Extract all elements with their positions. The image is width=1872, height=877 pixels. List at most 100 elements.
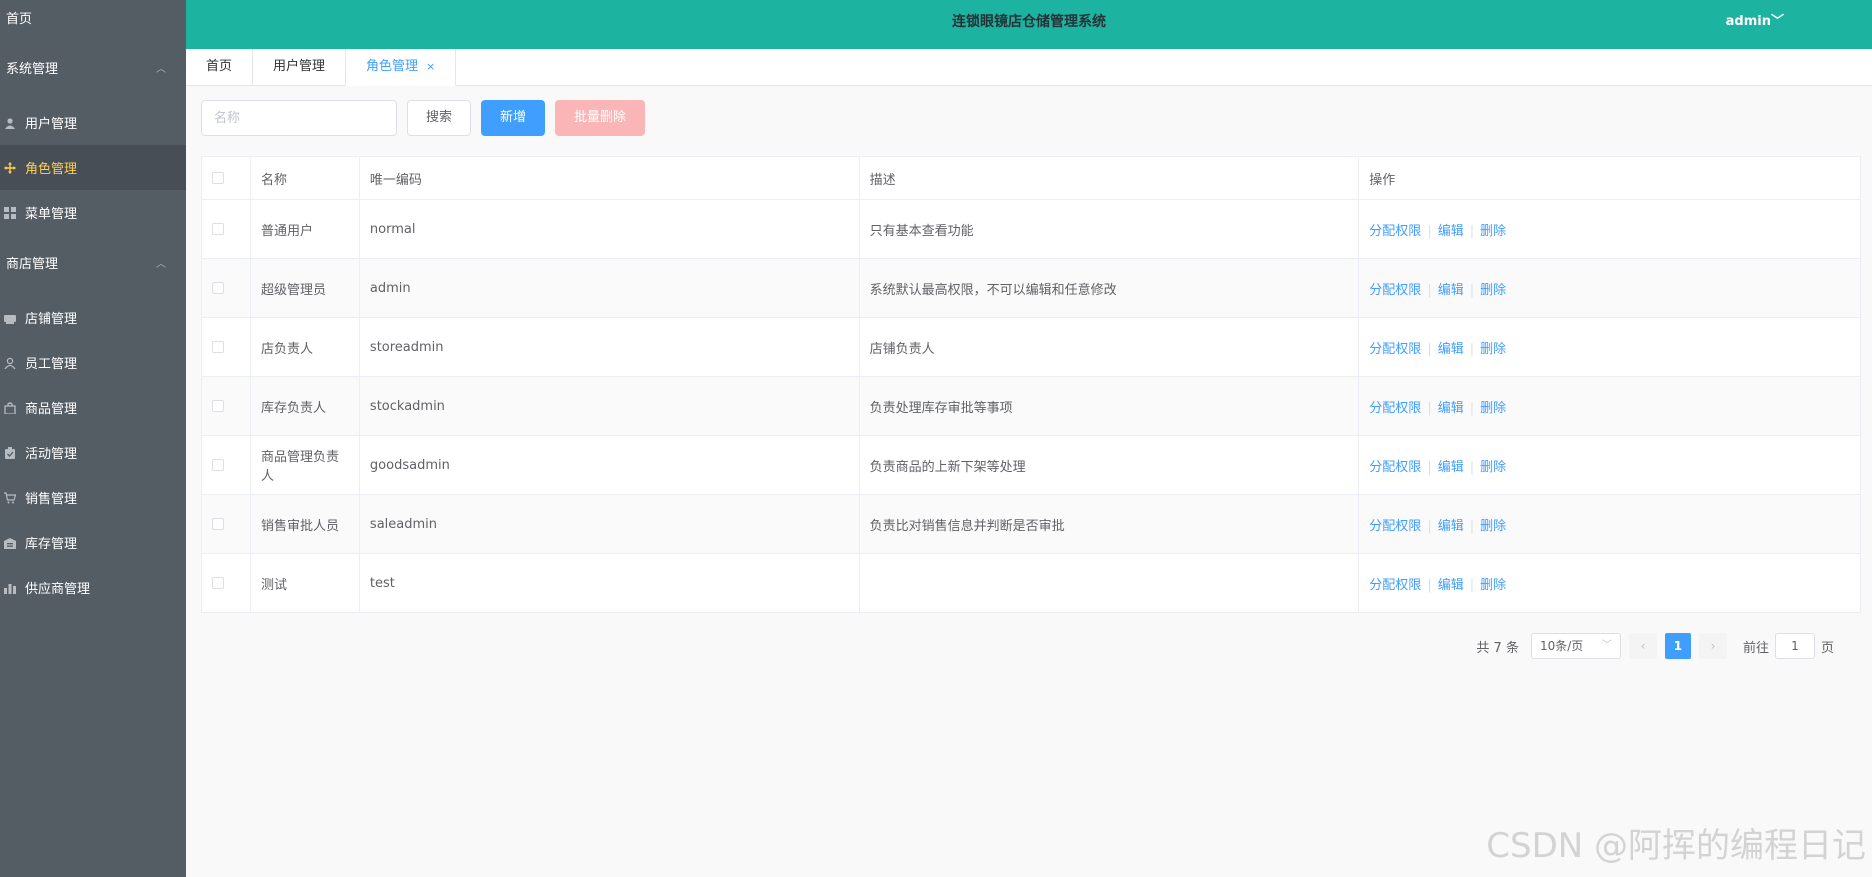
sidebar-item-sales[interactable]: 销售管理 bbox=[0, 475, 186, 520]
edit-link[interactable]: 编辑 bbox=[1438, 578, 1464, 593]
sidebar-item-home[interactable]: 首页 bbox=[0, 0, 186, 40]
batch-delete-button[interactable]: 批量删除 bbox=[555, 100, 646, 136]
chevron-up-icon: ︿ bbox=[156, 259, 166, 270]
pagination: 共 7 条 10条/页 ﹀ ‹ 1 › 前往 页 bbox=[1476, 633, 1834, 659]
cell-description: 负责处理库存审批等事项 bbox=[859, 376, 1360, 436]
select-all-checkbox[interactable] bbox=[212, 172, 224, 184]
tab-users[interactable]: 用户管理 bbox=[253, 49, 347, 86]
edit-link[interactable]: 编辑 bbox=[1438, 342, 1464, 357]
column-header-description: 描述 bbox=[859, 156, 1360, 200]
sidebar-group-label: 商店管理 bbox=[6, 257, 59, 272]
cell-code: goodsadmin bbox=[359, 435, 860, 495]
cell-actions: 分配权限 | 编辑 | 删除 bbox=[1358, 258, 1861, 318]
delete-link[interactable]: 删除 bbox=[1480, 401, 1506, 416]
sidebar-item-suppliers[interactable]: 供应商管理 bbox=[0, 565, 186, 610]
page-size-select[interactable]: 10条/页 ﹀ bbox=[1530, 633, 1621, 659]
action-separator: | bbox=[1427, 400, 1432, 416]
edit-link[interactable]: 编辑 bbox=[1438, 519, 1464, 534]
row-select-cell bbox=[201, 317, 251, 377]
row-checkbox[interactable] bbox=[212, 223, 224, 235]
row-checkbox[interactable] bbox=[212, 518, 224, 530]
assign-permission-link[interactable]: 分配权限 bbox=[1369, 460, 1421, 475]
next-page-button[interactable]: › bbox=[1698, 633, 1727, 659]
cell-description: 店铺负责人 bbox=[859, 317, 1360, 377]
edit-link[interactable]: 编辑 bbox=[1438, 460, 1464, 475]
user-name: admin bbox=[1725, 14, 1771, 29]
sidebar-item-staff[interactable]: 员工管理 bbox=[0, 340, 186, 385]
search-button[interactable]: 搜索 bbox=[407, 100, 472, 136]
sidebar-item-roles[interactable]: 角色管理 bbox=[0, 145, 186, 190]
action-separator: | bbox=[1469, 459, 1475, 475]
sidebar-item-menus[interactable]: 菜单管理 bbox=[0, 190, 186, 235]
sidebar-group-system[interactable]: 系统管理 ︿ bbox=[0, 40, 186, 100]
cell-code: normal bbox=[359, 199, 860, 259]
close-icon[interactable]: × bbox=[426, 60, 435, 73]
sidebar-item-inventory[interactable]: 库存管理 bbox=[0, 520, 186, 565]
assign-permission-link[interactable]: 分配权限 bbox=[1369, 519, 1421, 534]
search-input[interactable] bbox=[201, 100, 397, 136]
row-select-cell bbox=[201, 553, 251, 613]
edit-link[interactable]: 编辑 bbox=[1438, 283, 1464, 298]
assign-permission-link[interactable]: 分配权限 bbox=[1369, 578, 1421, 593]
sidebar-item-label: 角色管理 bbox=[25, 162, 78, 177]
sidebar-item-shops[interactable]: 店铺管理 bbox=[0, 295, 186, 340]
row-checkbox[interactable] bbox=[212, 282, 224, 294]
page-size-value: 10条/页 bbox=[1539, 639, 1584, 653]
tab-home[interactable]: 首页 bbox=[186, 49, 254, 86]
sidebar-item-goods[interactable]: 商品管理 bbox=[0, 385, 186, 430]
row-select-cell bbox=[201, 258, 251, 318]
table-row: 超级管理员 admin 系统默认最高权限，不可以编辑和任意修改 分配权限 | 编辑 | 删除 bbox=[201, 258, 1861, 318]
row-select-cell bbox=[201, 494, 251, 554]
assign-permission-link[interactable]: 分配权限 bbox=[1369, 283, 1421, 298]
action-separator: | bbox=[1469, 282, 1475, 298]
row-checkbox[interactable] bbox=[212, 341, 224, 353]
delete-link[interactable]: 删除 bbox=[1480, 283, 1506, 298]
page-number-current[interactable]: 1 bbox=[1664, 633, 1691, 659]
tab-label: 角色管理 bbox=[366, 59, 419, 74]
edit-link[interactable]: 编辑 bbox=[1438, 224, 1464, 239]
user-icon bbox=[3, 116, 17, 130]
user-menu[interactable]: admin﹀ bbox=[1726, 0, 1784, 44]
top-header: 连锁眼镜店仓储管理系统 admin﹀ bbox=[186, 0, 1872, 49]
sidebar-group-store[interactable]: 商店管理 ︿ bbox=[0, 235, 186, 295]
column-header-name: 名称 bbox=[250, 156, 360, 200]
cell-actions: 分配权限 | 编辑 | 删除 bbox=[1358, 494, 1861, 554]
tab-roles[interactable]: 角色管理 × bbox=[346, 49, 457, 86]
goto-page-input[interactable] bbox=[1774, 633, 1815, 659]
table-row: 库存负责人 stockadmin 负责处理库存审批等事项 分配权限 | 编辑 | 删除 bbox=[201, 376, 1861, 436]
assign-permission-link[interactable]: 分配权限 bbox=[1369, 342, 1421, 357]
cell-actions: 分配权限 | 编辑 | 删除 bbox=[1358, 435, 1861, 495]
delete-link[interactable]: 删除 bbox=[1480, 578, 1506, 593]
cell-code: test bbox=[359, 553, 860, 613]
add-button[interactable]: 新增 bbox=[481, 100, 546, 136]
sidebar-item-label: 商品管理 bbox=[25, 402, 78, 417]
assign-permission-link[interactable]: 分配权限 bbox=[1369, 401, 1421, 416]
delete-link[interactable]: 删除 bbox=[1480, 342, 1506, 357]
toolbar: 搜索 新增 批量删除 bbox=[201, 100, 646, 136]
action-separator: | bbox=[1469, 223, 1475, 239]
row-checkbox[interactable] bbox=[212, 577, 224, 589]
table-row: 普通用户 normal 只有基本查看功能 分配权限 | 编辑 | 删除 bbox=[201, 199, 1861, 259]
sidebar-item-activities[interactable]: 活动管理 bbox=[0, 430, 186, 475]
sidebar-item-users[interactable]: 用户管理 bbox=[0, 100, 186, 145]
edit-link[interactable]: 编辑 bbox=[1438, 401, 1464, 416]
chevron-left-icon: ‹ bbox=[1640, 639, 1646, 653]
cell-actions: 分配权限 | 编辑 | 删除 bbox=[1358, 553, 1861, 613]
action-separator: | bbox=[1469, 400, 1475, 416]
move-icon bbox=[3, 161, 17, 175]
delete-link[interactable]: 删除 bbox=[1480, 460, 1506, 475]
table-row: 店负责人 storeadmin 店铺负责人 分配权限 | 编辑 | 删除 bbox=[201, 317, 1861, 377]
cell-description: 负责商品的上新下架等处理 bbox=[859, 435, 1360, 495]
action-separator: | bbox=[1427, 341, 1432, 357]
chevron-right-icon: › bbox=[1710, 639, 1716, 653]
cell-description: 只有基本查看功能 bbox=[859, 199, 1360, 259]
assign-permission-link[interactable]: 分配权限 bbox=[1369, 224, 1421, 239]
delete-link[interactable]: 删除 bbox=[1480, 519, 1506, 534]
delete-link[interactable]: 删除 bbox=[1480, 224, 1506, 239]
action-separator: | bbox=[1427, 577, 1432, 593]
prev-page-button[interactable]: ‹ bbox=[1628, 633, 1657, 659]
row-checkbox[interactable] bbox=[212, 459, 224, 471]
column-header-code: 唯一编码 bbox=[359, 156, 860, 200]
action-separator: | bbox=[1469, 577, 1475, 593]
row-checkbox[interactable] bbox=[212, 400, 224, 412]
